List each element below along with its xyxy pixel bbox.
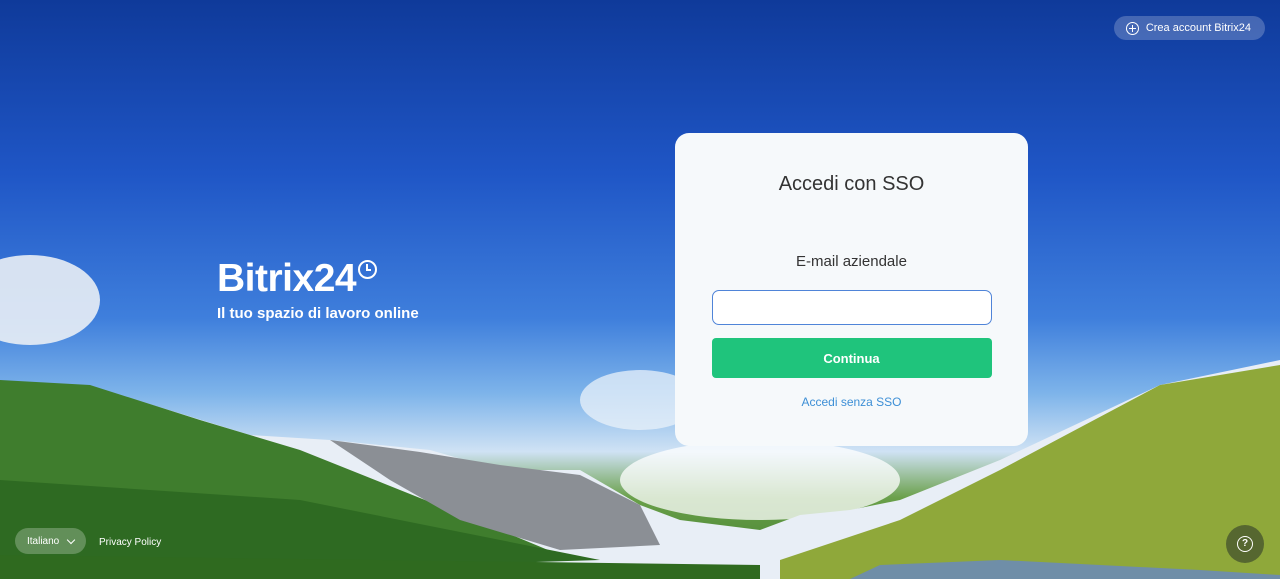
language-label: Italiano [27,535,60,547]
login-card: Accedi con SSO E-mail aziendale Continua… [675,133,1028,446]
chevron-down-icon [67,535,76,544]
plus-circle-icon [1125,21,1139,35]
email-label: E-mail aziendale [796,253,907,270]
logo-text: Bitrix24 [217,257,357,300]
help-button[interactable]: ? [1226,525,1264,563]
background-landscape [0,0,1280,579]
brand-block: Bitrix24 Il tuo spazio di lavoro online [217,258,419,323]
continue-button[interactable]: Continua [711,338,992,378]
logo: Bitrix24 [217,258,419,300]
language-select[interactable]: Italiano [15,528,87,554]
email-field[interactable] [711,290,992,325]
clock-icon [358,260,378,279]
create-account-label: Crea account Bitrix24 [1145,22,1251,34]
privacy-policy-link[interactable]: Privacy Policy [99,537,161,548]
login-title: Accedi con SSO [778,173,925,195]
tagline: Il tuo spazio di lavoro online [217,305,419,322]
login-without-sso-link[interactable]: Accedi senza SSO [801,395,901,409]
create-account-button[interactable]: Crea account Bitrix24 [1113,16,1265,40]
help-icon: ? [1237,536,1253,552]
